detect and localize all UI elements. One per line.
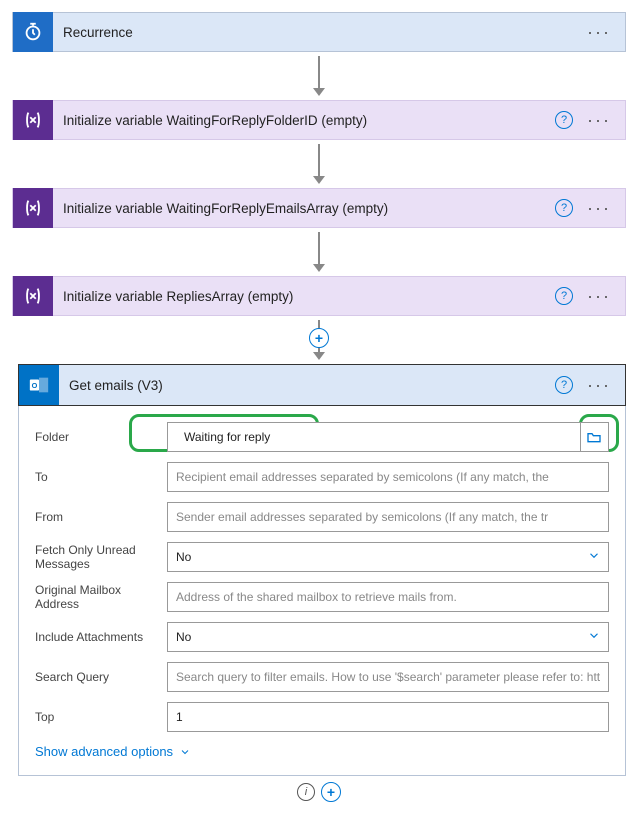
label-to: To <box>35 470 167 484</box>
top-input[interactable] <box>167 702 609 732</box>
from-input[interactable] <box>167 502 609 532</box>
svg-text:O: O <box>32 381 38 390</box>
step-init-var-3[interactable]: Initialize variable RepliesArray (empty)… <box>12 276 626 316</box>
label-from: From <box>35 510 167 524</box>
more-icon[interactable]: ··· <box>587 110 611 131</box>
variable-icon <box>13 188 53 228</box>
help-icon[interactable]: ? <box>555 376 573 394</box>
folder-input[interactable] <box>167 422 581 452</box>
help-icon[interactable]: ? <box>555 111 573 129</box>
variable-icon <box>13 276 53 316</box>
more-icon[interactable]: ··· <box>587 375 611 396</box>
label-fetch-unread: Fetch Only Unread Messages <box>35 543 167 572</box>
variable-icon <box>13 100 53 140</box>
show-advanced-label: Show advanced options <box>35 744 173 759</box>
step-init-var-1[interactable]: Initialize variable WaitingForReplyFolde… <box>12 100 626 140</box>
more-icon[interactable]: ··· <box>587 286 611 307</box>
more-icon[interactable]: ··· <box>587 22 611 43</box>
more-icon[interactable]: ··· <box>587 198 611 219</box>
label-original-mailbox: Original Mailbox Address <box>35 583 167 612</box>
step-title: Initialize variable RepliesArray (empty) <box>53 289 555 304</box>
step-title: Initialize variable WaitingForReplyEmail… <box>53 201 555 216</box>
step-title: Initialize variable WaitingForReplyFolde… <box>53 113 555 128</box>
show-advanced-link[interactable]: Show advanced options <box>35 744 609 759</box>
fetch-unread-select[interactable] <box>167 542 609 572</box>
action-header[interactable]: O Get emails (V3) ? ··· <box>18 364 626 406</box>
label-include-attachments: Include Attachments <box>35 630 167 644</box>
label-top: Top <box>35 710 167 724</box>
step-init-var-2[interactable]: Initialize variable WaitingForReplyEmail… <box>12 188 626 228</box>
trigger-recurrence[interactable]: Recurrence ··· <box>12 12 626 52</box>
label-search-query: Search Query <box>35 670 167 684</box>
include-attachments-select[interactable] <box>167 622 609 652</box>
label-folder: Folder <box>35 430 167 444</box>
chevron-down-icon <box>179 746 191 758</box>
clock-icon <box>13 12 53 52</box>
step-title: Recurrence <box>53 25 587 40</box>
search-query-input[interactable] <box>167 662 609 692</box>
add-step-button[interactable]: + <box>309 328 329 348</box>
original-mailbox-input[interactable] <box>167 582 609 612</box>
info-icon[interactable]: i <box>297 783 315 801</box>
to-input[interactable] <box>167 462 609 492</box>
action-get-emails: O Get emails (V3) ? ··· Folder To <box>18 364 626 776</box>
help-icon[interactable]: ? <box>555 287 573 305</box>
add-step-button[interactable]: + <box>321 782 341 802</box>
outlook-icon: O <box>19 365 59 405</box>
action-title: Get emails (V3) <box>59 378 555 393</box>
folder-picker-button[interactable] <box>581 422 609 452</box>
help-icon[interactable]: ? <box>555 199 573 217</box>
